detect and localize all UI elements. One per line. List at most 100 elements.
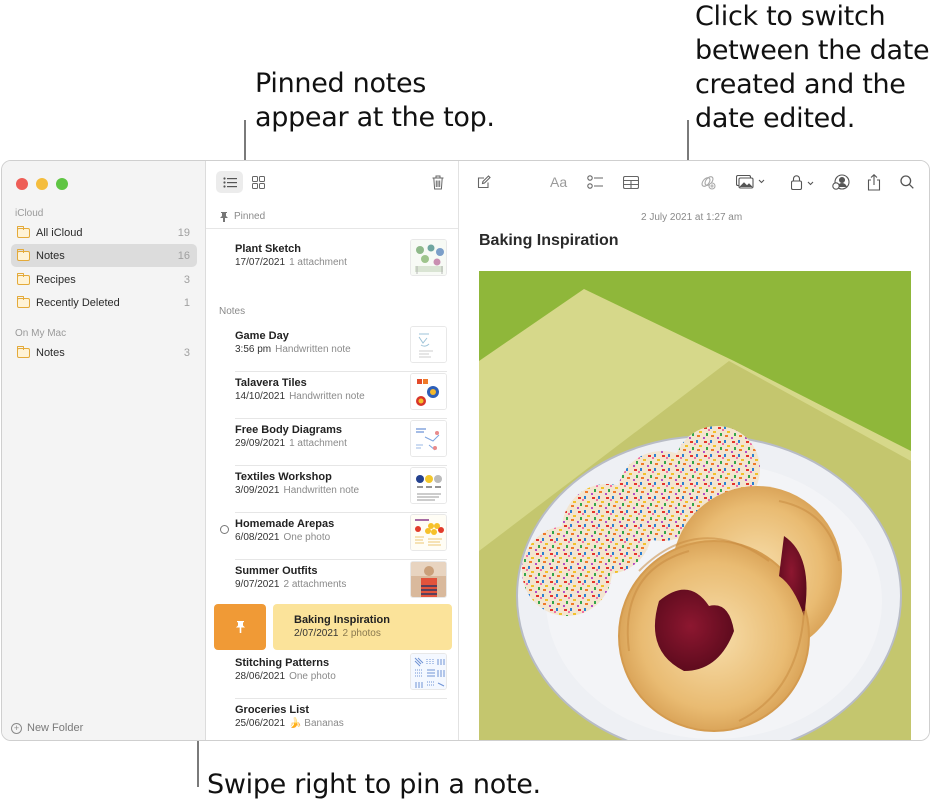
table-button[interactable] [623,173,639,191]
zoom-button[interactable] [56,178,68,190]
note-item-textiles-workshop[interactable]: Textiles Workshop 3/09/2021 Handwritten n… [235,467,447,513]
media-icon [736,175,765,189]
folder-icon [17,345,30,358]
link-button[interactable] [700,173,716,191]
window-controls [16,178,68,190]
note-detail: Handwritten note [289,391,365,402]
sidebar-item-notes[interactable]: Notes 16 [11,244,197,267]
lock-button[interactable] [791,173,819,191]
section-label-on-my-mac: On My Mac [15,328,67,339]
note-item-homemade-arepas[interactable]: Homemade Arepas 6/08/2021 One photo [235,514,447,560]
note-thumbnail [410,373,447,410]
note-meta: 6/08/2021 One photo [235,532,330,543]
note-detail: 🍌 Bananas [289,718,344,729]
pin-icon [220,211,228,222]
divider [206,228,458,229]
note-date: 6/08/2021 [235,532,280,543]
note-meta: 17/07/2021 1 attachment [235,257,347,268]
divider [235,512,447,513]
folder-name: Recipes [36,273,76,286]
note-title: Groceries List [235,704,309,716]
folder-icon [17,225,30,238]
folder-count: 3 [183,346,190,359]
callout-line-2: between the date [695,35,930,66]
note-item-summer-outfits[interactable]: Summer Outfits 9/07/2021 2 attachments [235,561,447,607]
divider [235,698,447,699]
note-date: 25/06/2021 [235,718,286,729]
note-thumbnail [410,653,447,690]
note-item-free-body-diagrams[interactable]: Free Body Diagrams 29/09/2021 1 attachmen… [235,420,447,466]
media-button[interactable] [736,173,766,191]
link-icon [701,175,716,190]
note-meta: 14/10/2021 Handwritten note [235,391,365,402]
shared-person-icon [220,525,229,534]
callout-pinned-notes: Pinned notes appear at the top. [255,67,495,135]
note-thumbnail [410,514,447,551]
note-date: 2/07/2021 [294,628,339,639]
callout-line-2: appear at the top. [255,102,495,133]
pin-note-action-button[interactable] [214,604,266,650]
compose-button[interactable] [477,173,491,191]
note-detail: One photo [289,671,336,682]
format-button[interactable]: Aa [550,173,567,191]
delete-button[interactable] [424,171,451,193]
note-list: Pinned Plant Sketch 17/07/2021 1 attachme… [206,161,459,740]
note-date: 9/07/2021 [235,579,280,590]
note-title: Baking Inspiration [294,614,390,626]
table-icon [623,175,639,189]
divider [235,465,447,466]
collaborate-button[interactable] [832,173,850,191]
cookies-photo [479,271,911,740]
callout-line-4: date edited. [695,103,856,134]
note-date: 28/06/2021 [235,671,286,682]
gallery-view-button[interactable] [245,171,272,193]
folder-count: 19 [177,226,190,239]
note-detail: 1 attachment [289,438,347,449]
note-title: Summer Outfits [235,565,318,577]
collaborate-icon [832,174,850,190]
note-detail: Handwritten note [283,485,360,496]
note-heading: Baking Inspiration [479,232,619,249]
notes-window: iCloud All iCloud 19 Notes 16 Recipes 3 … [1,160,930,741]
note-meta: 25/06/2021 🍌 Bananas [235,718,344,729]
new-folder-button[interactable]: + New Folder [11,722,83,734]
share-button[interactable] [867,173,881,191]
note-item-plant-sketch[interactable]: Plant Sketch 17/07/2021 1 attachment [235,239,447,285]
note-detail: One photo [283,532,331,543]
note-detail: 1 attachment [289,257,347,268]
note-item-stitching-patterns[interactable]: Stitching Patterns 28/06/2021 One photo [235,653,447,699]
folder-icon [17,248,30,261]
checklist-icon [587,175,603,189]
checklist-button[interactable] [587,173,603,191]
format-icon: Aa [550,174,568,190]
list-icon [222,176,237,188]
list-view-button[interactable] [216,171,243,193]
note-item-talavera-tiles[interactable]: Talavera Tiles 14/10/2021 Handwritten not… [235,373,447,419]
note-title: Free Body Diagrams [235,424,342,436]
section-label-icloud: iCloud [15,208,44,219]
note-item-baking-inspiration[interactable]: Baking Inspiration 2/07/2021 2 photos [273,604,452,650]
note-date-toggle[interactable]: 2 July 2021 at 1:27 am [641,212,742,223]
close-button[interactable] [16,178,28,190]
callout-line-3: created and the [695,69,906,100]
note-title: Textiles Workshop [235,471,332,483]
note-date: 3:56 pm [235,344,272,355]
note-date: 3/09/2021 [235,485,280,496]
lock-icon [791,174,814,190]
note-photo-attachment[interactable] [479,271,911,740]
note-detail: 2 attachments [283,579,347,590]
minimize-button[interactable] [36,178,48,190]
search-icon [900,175,914,189]
sidebar-item-recipes[interactable]: Recipes 3 [11,268,197,291]
callout-date-switch: Click to switch between the date created… [695,0,930,136]
sidebar-item-recently-deleted[interactable]: Recently Deleted 1 [11,291,197,314]
search-button[interactable] [900,173,914,191]
sidebar-item-all-icloud[interactable]: All iCloud 19 [11,221,197,244]
divider [235,418,447,419]
pinned-section-label: Pinned [220,211,265,222]
sidebar-item-mac-notes[interactable]: Notes 3 [11,341,197,364]
note-item-game-day[interactable]: Game Day 3:56 pm Handwritten note [235,326,447,372]
note-meta: 28/06/2021 One photo [235,671,336,682]
note-thumbnail [410,239,447,276]
note-item-groceries-list[interactable]: Groceries List 25/06/2021 🍌 Bananas [235,700,447,740]
